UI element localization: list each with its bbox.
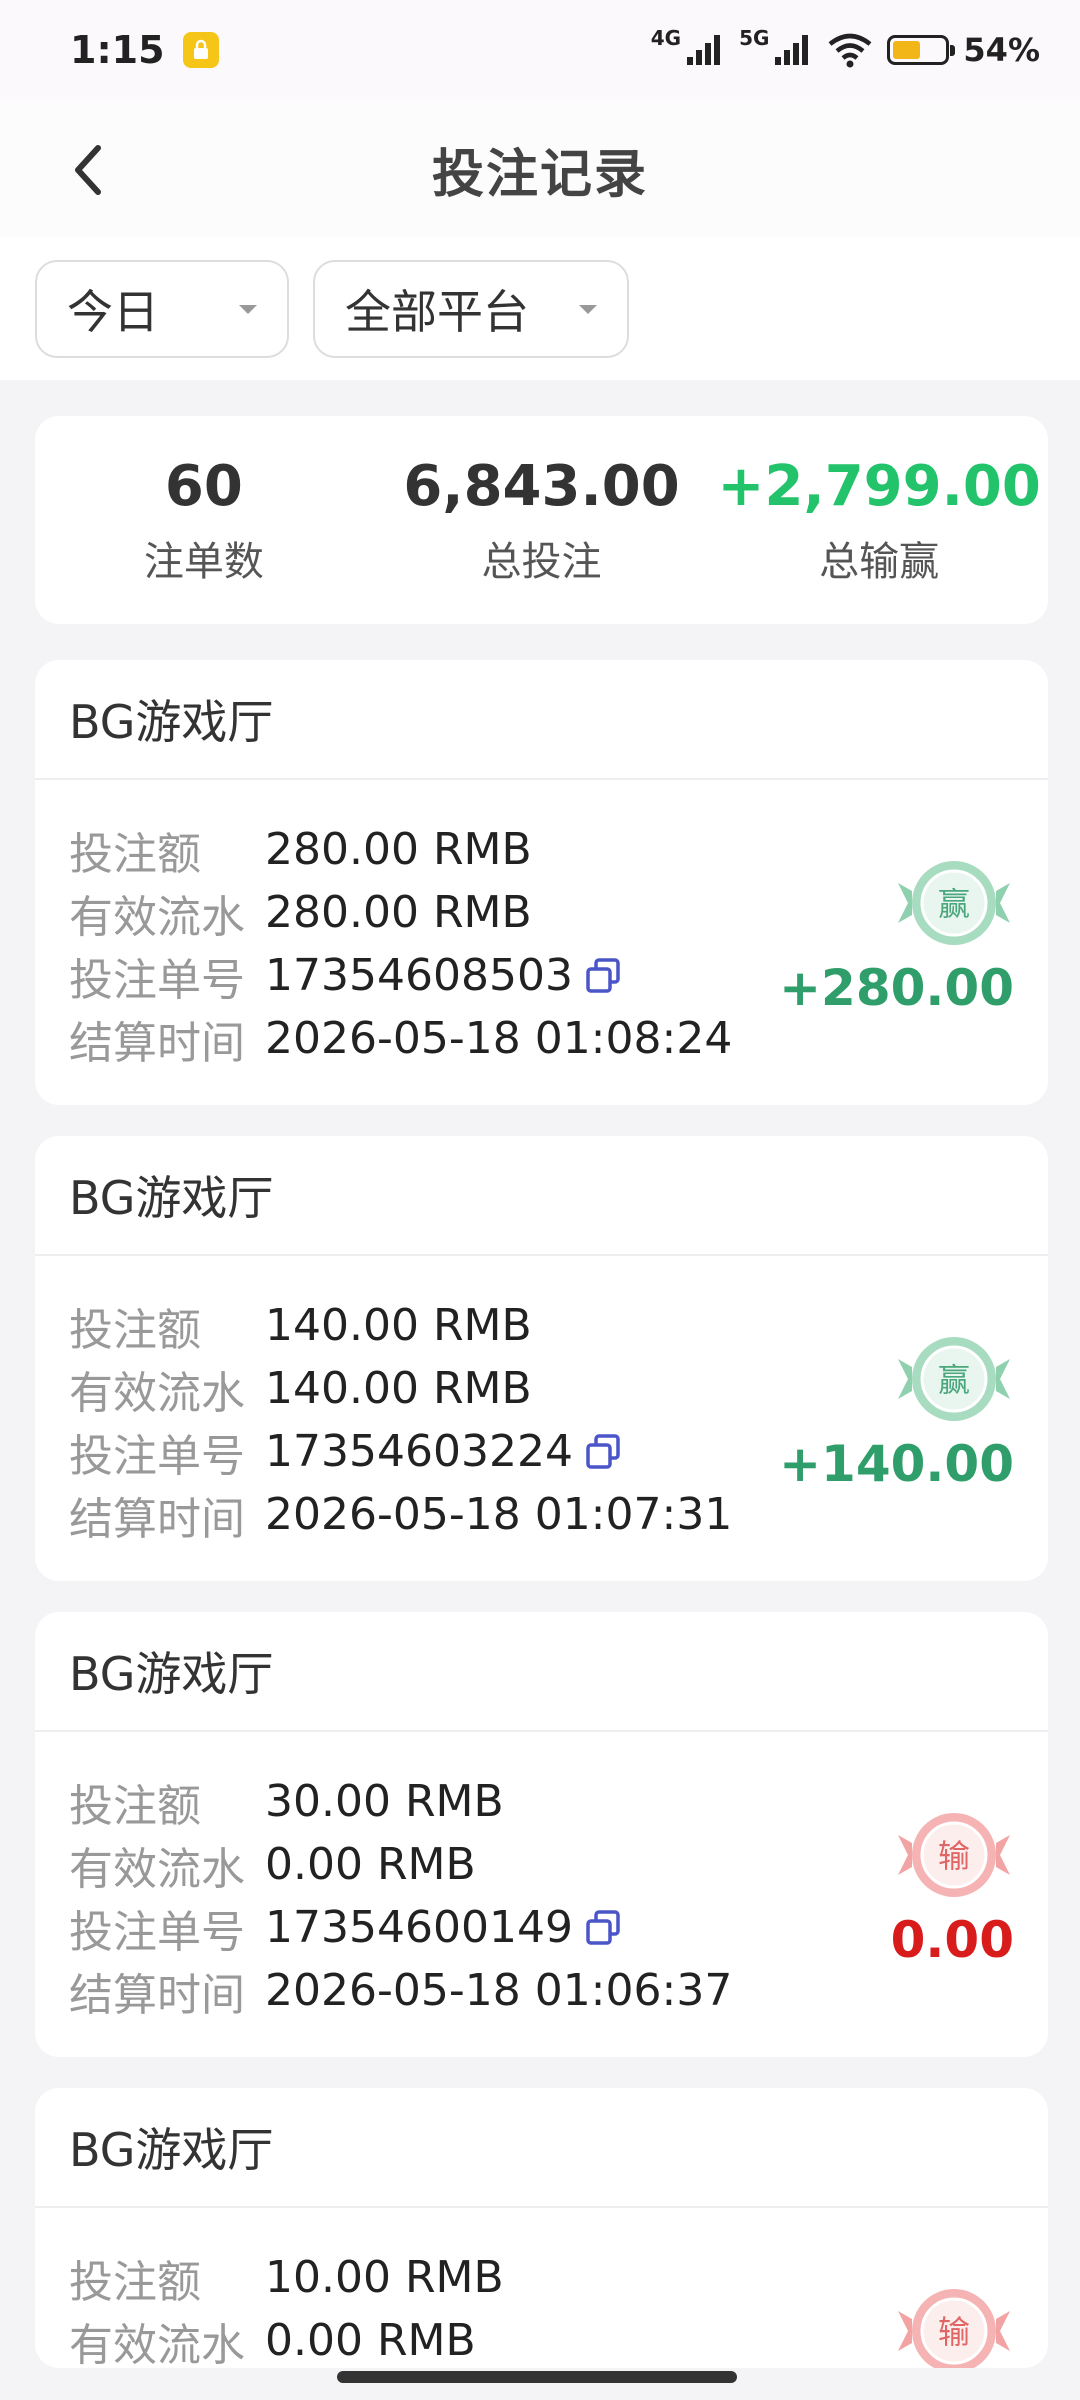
summary-total-bet-label: 总投注 xyxy=(481,538,602,585)
record-platform: BG游戏厅 xyxy=(35,1136,1048,1256)
record-platform: BG游戏厅 xyxy=(35,2088,1048,2208)
network-type-2: 5G xyxy=(739,26,770,50)
chevron-left-icon xyxy=(75,145,101,195)
settle-time: 2026-05-18 01:07:31 xyxy=(265,1489,733,1540)
bet-record-card[interactable]: BG游戏厅 投注额 10.00 RMB 有效流水 0.00 RMB 输 xyxy=(35,2088,1048,2368)
valid-turnover: 140.00 RMB xyxy=(265,1363,532,1414)
field-label: 有效流水 xyxy=(69,1367,245,1419)
field-label: 有效流水 xyxy=(69,1843,245,1895)
field-label: 投注额 xyxy=(69,828,201,880)
record-body: 投注额 280.00 RMB 有效流水 280.00 RMB 投注单号 1735… xyxy=(35,780,1048,1070)
copy-icon[interactable] xyxy=(583,1907,625,1949)
copy-icon[interactable] xyxy=(583,955,625,997)
summary-total-win-label: 总输赢 xyxy=(819,538,940,585)
bet-amount: 10.00 RMB xyxy=(265,2252,504,2303)
page: 1:15 4G 5G 54% 投注记录 今日 全部平台 60 注单数 6,843… xyxy=(0,0,1080,2400)
lock-icon xyxy=(182,32,219,68)
signal-icon xyxy=(687,35,721,65)
copy-icon[interactable] xyxy=(583,1431,625,1473)
win-loss-amount: +280.00 xyxy=(779,959,1014,1017)
record-platform: BG游戏厅 xyxy=(35,660,1048,780)
order-number: 17354603224 xyxy=(265,1426,573,1477)
summary-total-win: +2,799.00 总输赢 xyxy=(710,454,1048,587)
status-bar: 1:15 4G 5G 54% xyxy=(0,0,1080,100)
day-filter-label: 今日 xyxy=(67,285,159,339)
result-area: 输 0.00 xyxy=(891,1807,1014,1969)
field-label: 投注额 xyxy=(69,1780,201,1832)
valid-turnover: 0.00 RMB xyxy=(265,1839,476,1890)
settle-time: 2026-05-18 01:08:24 xyxy=(265,1013,733,1064)
filter-bar: 今日 全部平台 xyxy=(0,238,1080,380)
win-loss-amount: 0.00 xyxy=(890,1911,1014,1969)
record-body: 投注额 10.00 RMB 有效流水 0.00 RMB 输 xyxy=(35,2208,1048,2368)
platform-filter-dropdown[interactable]: 全部平台 xyxy=(313,260,629,358)
lose-stamp-icon: 输 xyxy=(898,1813,1010,1897)
stamp-text: 赢 xyxy=(938,1361,970,1399)
order-number: 17354608503 xyxy=(265,950,573,1001)
stamp-text: 赢 xyxy=(938,885,970,923)
settle-time: 2026-05-18 01:06:37 xyxy=(265,1965,733,2016)
battery-icon xyxy=(887,35,956,65)
field-label: 结算时间 xyxy=(69,1969,245,2021)
valid-turnover: 0.00 RMB xyxy=(265,2315,476,2366)
stamp-text: 输 xyxy=(938,1837,970,1875)
field-label: 有效流水 xyxy=(69,891,245,943)
platform-filter-label: 全部平台 xyxy=(345,285,529,339)
app-header: 投注记录 xyxy=(0,100,1080,238)
bet-record-card[interactable]: BG游戏厅 投注额 280.00 RMB 有效流水 280.00 RMB 投注单… xyxy=(35,660,1048,1105)
lose-stamp-icon: 输 xyxy=(898,2289,1010,2368)
summary-card: 60 注单数 6,843.00 总投注 +2,799.00 总输赢 xyxy=(35,416,1048,624)
field-label: 投注单号 xyxy=(69,1430,245,1482)
order-number: 17354600149 xyxy=(265,1902,573,1953)
record-body: 投注额 30.00 RMB 有效流水 0.00 RMB 投注单号 1735460… xyxy=(35,1732,1048,2022)
field-label: 投注单号 xyxy=(69,1906,245,1958)
field-label: 投注单号 xyxy=(69,954,245,1006)
signal-icon-2 xyxy=(775,35,809,65)
summary-total-bet-value: 6,843.00 xyxy=(403,453,680,519)
bet-record-card[interactable]: BG游戏厅 投注额 140.00 RMB 有效流水 140.00 RMB 投注单… xyxy=(35,1136,1048,1581)
status-left: 1:15 xyxy=(70,28,219,72)
result-area: 赢 +280.00 xyxy=(779,855,1014,1017)
field-label: 有效流水 xyxy=(69,2319,245,2369)
bet-amount: 140.00 RMB xyxy=(265,1300,532,1351)
bet-record-card[interactable]: BG游戏厅 投注额 30.00 RMB 有效流水 0.00 RMB 投注单号 1… xyxy=(35,1612,1048,2057)
wifi-icon xyxy=(829,33,872,68)
result-area: 赢 +140.00 xyxy=(779,1331,1014,1493)
record-body: 投注额 140.00 RMB 有效流水 140.00 RMB 投注单号 1735… xyxy=(35,1256,1048,1546)
battery-percent: 54% xyxy=(963,31,1040,69)
status-time: 1:15 xyxy=(70,28,165,72)
network-type-1: 4G xyxy=(650,26,682,50)
day-filter-dropdown[interactable]: 今日 xyxy=(35,260,289,358)
battery-level xyxy=(893,41,921,59)
field-label: 投注额 xyxy=(69,1304,201,1356)
win-stamp-icon: 赢 xyxy=(898,861,1010,945)
field-label: 结算时间 xyxy=(69,1017,245,1069)
result-area: 输 xyxy=(894,2283,1014,2368)
win-stamp-icon: 赢 xyxy=(898,1337,1010,1421)
summary-total-bet: 6,843.00 总投注 xyxy=(373,454,711,587)
caret-down-icon xyxy=(579,304,597,314)
caret-down-icon xyxy=(239,304,257,314)
summary-count-label: 注单数 xyxy=(143,538,264,585)
bet-amount: 30.00 RMB xyxy=(265,1776,504,1827)
bet-amount: 280.00 RMB xyxy=(265,824,532,875)
valid-turnover: 280.00 RMB xyxy=(265,887,532,938)
field-label: 结算时间 xyxy=(69,1493,245,1545)
home-indicator[interactable] xyxy=(337,2371,737,2383)
status-right: 4G 5G 54% xyxy=(651,26,1040,69)
back-button[interactable] xyxy=(48,130,128,210)
page-title: 投注记录 xyxy=(431,144,648,205)
record-platform: BG游戏厅 xyxy=(35,1612,1048,1732)
stamp-text: 输 xyxy=(938,2313,970,2351)
summary-total-win-value: +2,799.00 xyxy=(717,453,1041,519)
summary-count-value: 60 xyxy=(164,453,243,519)
win-loss-amount: +140.00 xyxy=(779,1435,1014,1493)
field-label: 投注额 xyxy=(69,2256,201,2308)
summary-count: 60 注单数 xyxy=(35,454,373,587)
